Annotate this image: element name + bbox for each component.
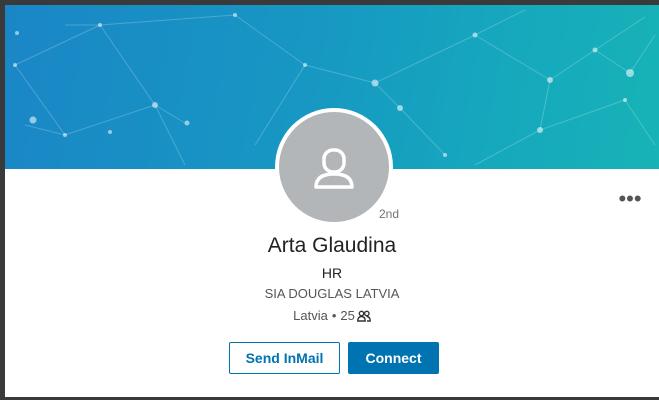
profile-card: 2nd ••• Arta Glaudina HR SIA DOUGLAS LAT… xyxy=(5,5,659,397)
connections-count: 25 xyxy=(340,308,355,323)
connect-button[interactable]: Connect xyxy=(348,342,439,374)
profile-company: SIA DOUGLAS LATVIA xyxy=(264,286,400,301)
avatar[interactable] xyxy=(279,112,389,222)
profile-meta: Latvia • 25 xyxy=(5,308,659,323)
person-placeholder-icon xyxy=(314,148,354,189)
profile-headline: HR xyxy=(321,265,343,281)
profile-name: Arta Glaudina xyxy=(267,234,397,257)
connection-degree: 2nd xyxy=(379,207,400,221)
more-dots-icon[interactable]: ••• xyxy=(615,188,645,213)
avatar-frame xyxy=(275,108,393,226)
send-inmail-button[interactable]: Send InMail xyxy=(229,342,340,374)
meta-separator: • xyxy=(331,308,337,323)
people-icon xyxy=(356,310,371,322)
profile-location: Latvia xyxy=(293,308,328,323)
